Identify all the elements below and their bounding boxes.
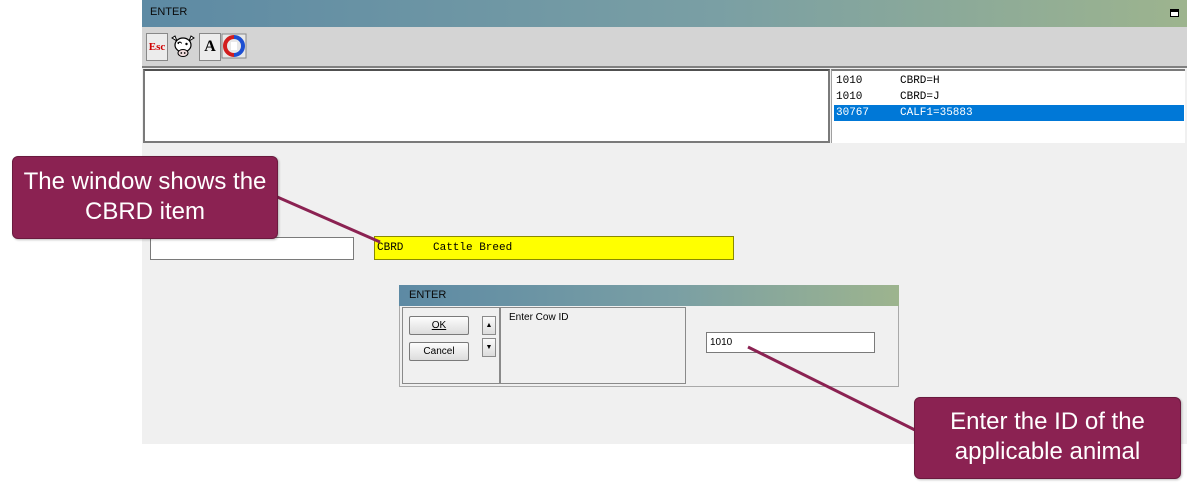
callout-window-shows-item: The window shows the CBRD item: [12, 156, 278, 239]
callout-arrow-1: [274, 194, 381, 244]
callout-arrow-2: [747, 345, 916, 432]
callout-enter-animal-id: Enter the ID of the applicable animal: [914, 397, 1181, 479]
